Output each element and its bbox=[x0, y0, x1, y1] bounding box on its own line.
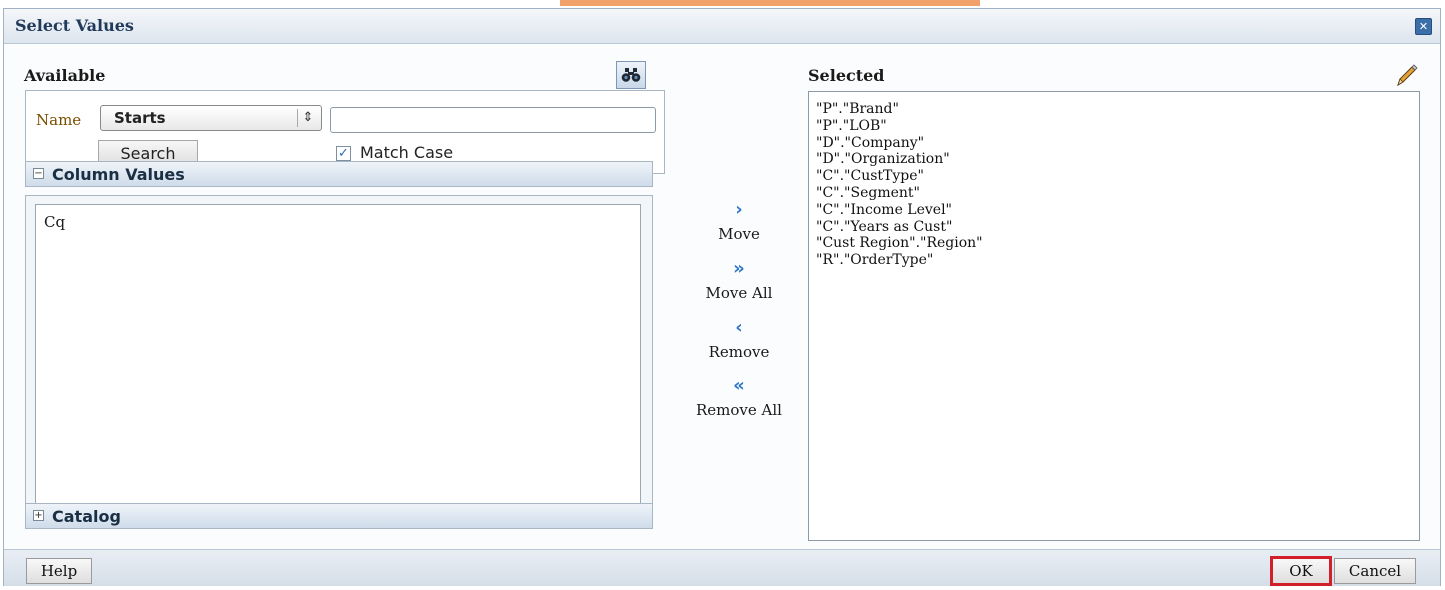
dialog-titlebar: Select Values ✕ bbox=[4, 9, 1440, 44]
background-strip bbox=[0, 0, 1445, 8]
close-icon: ✕ bbox=[1418, 20, 1429, 33]
decorative-banner bbox=[560, 0, 980, 6]
cancel-button[interactable]: Cancel bbox=[1334, 558, 1416, 584]
close-button[interactable]: ✕ bbox=[1415, 18, 1432, 35]
help-button[interactable]: Help bbox=[26, 558, 92, 584]
column-values-panel: Cq bbox=[25, 195, 653, 511]
pencil-icon bbox=[1397, 64, 1418, 87]
move-label: Move bbox=[718, 225, 760, 243]
name-label: Name bbox=[36, 111, 82, 129]
column-values-label: Column Values bbox=[52, 165, 185, 184]
remove-button[interactable]: ‹ Remove bbox=[674, 317, 804, 362]
list-item[interactable]: "C"."Segment" bbox=[816, 185, 983, 202]
edit-button[interactable] bbox=[1391, 61, 1421, 91]
list-item[interactable]: "R"."OrderType" bbox=[816, 252, 983, 269]
double-chevron-left-icon: « bbox=[733, 375, 745, 396]
operator-select[interactable]: Starts ⇕ bbox=[100, 105, 322, 131]
expand-icon: + bbox=[33, 510, 44, 521]
list-item[interactable]: "C"."Years as Cust" bbox=[816, 219, 983, 236]
checkmark-icon: ✓ bbox=[338, 146, 349, 161]
list-item[interactable]: "C"."Income Level" bbox=[816, 202, 983, 219]
selected-heading: Selected bbox=[808, 66, 885, 85]
column-values-list[interactable]: Cq bbox=[35, 204, 641, 506]
list-item[interactable]: Cq bbox=[44, 213, 65, 231]
list-item[interactable]: "D"."Company" bbox=[816, 135, 983, 152]
move-button[interactable]: › Move bbox=[674, 199, 804, 244]
select-values-dialog: Select Values ✕ Available Name Starts ⇕ … bbox=[3, 8, 1441, 586]
chevron-left-icon: ‹ bbox=[735, 317, 743, 338]
list-item[interactable]: "D"."Organization" bbox=[816, 151, 983, 168]
collapse-icon: − bbox=[33, 168, 44, 179]
up-down-arrows-icon: ⇕ bbox=[297, 109, 318, 127]
binoculars-icon bbox=[621, 68, 641, 82]
remove-all-label: Remove All bbox=[696, 401, 782, 419]
column-values-header[interactable]: − Column Values bbox=[25, 161, 653, 187]
search-values-button[interactable] bbox=[616, 61, 646, 89]
catalog-header[interactable]: + Catalog bbox=[25, 503, 653, 529]
list-item[interactable]: "P"."Brand" bbox=[816, 101, 983, 118]
list-item[interactable]: "Cust Region"."Region" bbox=[816, 235, 983, 252]
selected-list[interactable]: "P"."Brand" "P"."LOB" "D"."Company" "D".… bbox=[808, 91, 1420, 541]
chevron-right-icon: › bbox=[735, 199, 743, 220]
list-item[interactable]: "P"."LOB" bbox=[816, 118, 983, 135]
match-case-checkbox[interactable]: ✓ bbox=[336, 146, 351, 161]
dialog-footer: Help OK Cancel bbox=[4, 549, 1440, 586]
catalog-label: Catalog bbox=[52, 507, 121, 526]
move-all-button[interactable]: » Move All bbox=[674, 258, 804, 303]
remove-all-button[interactable]: « Remove All bbox=[674, 375, 804, 420]
remove-label: Remove bbox=[708, 343, 770, 361]
list-item[interactable]: "C"."CustType" bbox=[816, 168, 983, 185]
dialog-title: Select Values bbox=[15, 16, 134, 35]
operator-value: Starts bbox=[114, 109, 166, 127]
move-all-label: Move All bbox=[705, 284, 773, 302]
search-input[interactable] bbox=[330, 107, 656, 133]
available-heading: Available bbox=[24, 66, 106, 85]
match-case-label: Match Case bbox=[360, 143, 454, 162]
ok-button[interactable]: OK bbox=[1270, 556, 1332, 586]
double-chevron-right-icon: » bbox=[733, 258, 745, 279]
